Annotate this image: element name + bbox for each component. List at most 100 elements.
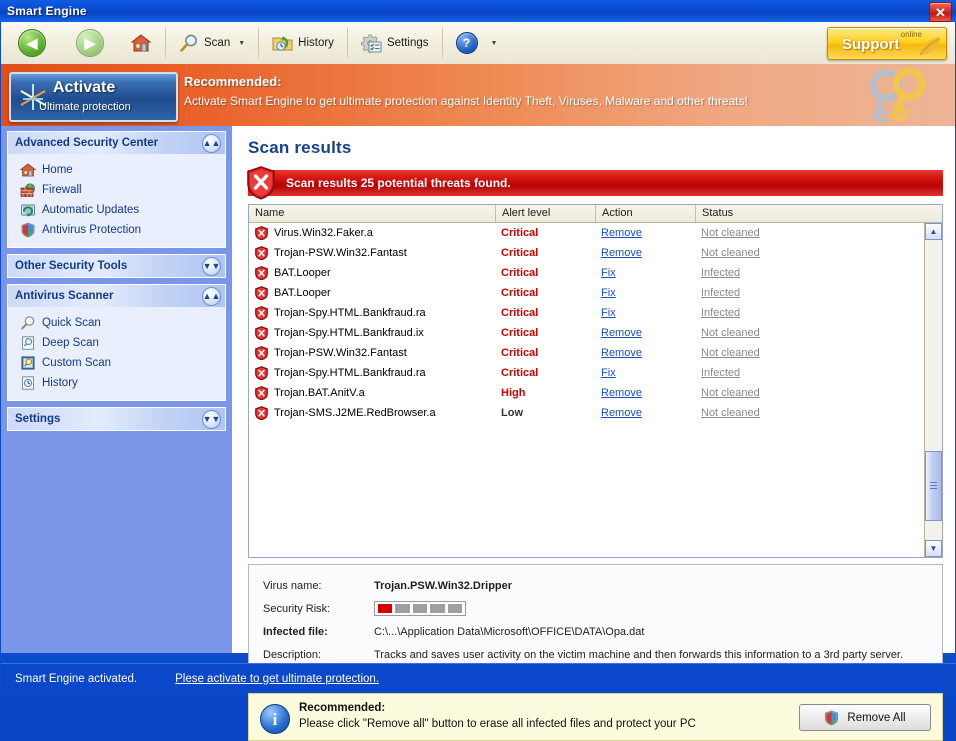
sidebar-item-label: History bbox=[42, 377, 78, 389]
status-activate-link[interactable]: Plese activate to get ultimate protectio… bbox=[175, 673, 379, 685]
window-title: Smart Engine bbox=[7, 4, 87, 18]
sidebar-panel-header[interactable]: Antivirus Scanner ▲▲ bbox=[7, 284, 226, 307]
scroll-down-icon[interactable]: ▼ bbox=[925, 540, 942, 557]
virus-shield-icon bbox=[255, 346, 268, 360]
leaf-icon bbox=[916, 34, 942, 58]
table-row[interactable]: Trojan-Spy.HTML.Bankfraud.ix Critical Remo… bbox=[249, 323, 925, 343]
table-row[interactable]: Trojan.BAT.AnitV.a High Remove Not cleaned bbox=[249, 383, 925, 403]
help-button[interactable]: ? ▼ bbox=[447, 25, 507, 61]
status-link[interactable]: Infected bbox=[701, 307, 740, 319]
main-content: Scan results Scan results 25 potential t… bbox=[232, 126, 955, 741]
action-link[interactable]: Remove bbox=[601, 407, 642, 419]
sidebar-item-automatic-updates[interactable]: Automatic Updates bbox=[8, 200, 225, 220]
history-label: History bbox=[298, 37, 334, 49]
status-link[interactable]: Not cleaned bbox=[701, 347, 760, 359]
banner-headline: Recommended: bbox=[184, 74, 282, 89]
activate-button[interactable]: Activate Ultimate protection bbox=[9, 72, 178, 122]
security-risk-meter bbox=[374, 601, 466, 616]
threat-name-cell: Trojan.BAT.AnitV.a bbox=[249, 386, 495, 400]
column-header-action[interactable]: Action bbox=[595, 205, 695, 222]
toolbar: ◀ ▶ Scan ▼ History Settings ? ▼ online S… bbox=[1, 22, 955, 65]
sidebar-item-firewall[interactable]: Firewall bbox=[8, 180, 225, 200]
description-label: Description: bbox=[263, 648, 322, 661]
table-row[interactable]: Trojan-Spy.HTML.Bankfraud.ra Critical Fix I… bbox=[249, 363, 925, 383]
sidebar: Advanced Security Center ▲▲ Home Firewal… bbox=[1, 126, 232, 653]
column-header-alert-level[interactable]: Alert level bbox=[495, 205, 595, 222]
back-button[interactable]: ◀ bbox=[9, 25, 55, 61]
action-link[interactable]: Fix bbox=[601, 267, 616, 279]
forward-button[interactable]: ▶ bbox=[67, 25, 113, 61]
action-link[interactable]: Fix bbox=[601, 287, 616, 299]
alert-level-cell: Critical bbox=[501, 267, 539, 279]
column-header-name[interactable]: Name bbox=[249, 205, 495, 222]
threat-name-label: BAT.Looper bbox=[274, 267, 331, 279]
sidebar-item-antivirus-protection[interactable]: Antivirus Protection bbox=[8, 220, 225, 240]
sidebar-panel-header[interactable]: Other Security Tools ▼▼ bbox=[7, 254, 226, 278]
sidebar-item-label: Automatic Updates bbox=[42, 204, 140, 216]
status-cell: Not cleaned bbox=[695, 247, 919, 259]
error-shield-icon bbox=[244, 165, 278, 201]
action-link[interactable]: Remove bbox=[601, 227, 642, 239]
table-row[interactable]: Trojan-PSW.Win32.Fantast Critical Remove No… bbox=[249, 243, 925, 263]
scan-button[interactable]: Scan ▼ bbox=[170, 25, 254, 61]
action-link[interactable]: Fix bbox=[601, 307, 616, 319]
status-link[interactable]: Not cleaned bbox=[701, 247, 760, 259]
home-button[interactable] bbox=[121, 25, 161, 61]
sidebar-item-history[interactable]: History bbox=[8, 373, 225, 393]
table-row[interactable]: BAT.Looper Critical Fix Infected bbox=[249, 263, 925, 283]
home-icon bbox=[19, 162, 37, 178]
action-link[interactable]: Remove bbox=[601, 347, 642, 359]
detail-row-security-risk: Security Risk: bbox=[249, 597, 942, 620]
table-row[interactable]: BAT.Looper Critical Fix Infected bbox=[249, 283, 925, 303]
status-link[interactable]: Not cleaned bbox=[701, 407, 760, 419]
vertical-scrollbar[interactable]: ▲ ▼ bbox=[924, 223, 942, 557]
risk-segment bbox=[378, 604, 393, 613]
status-link[interactable]: Infected bbox=[701, 267, 740, 279]
action-link[interactable]: Remove bbox=[601, 327, 642, 339]
table-row[interactable]: Trojan-SMS.J2ME.RedBrowser.a Low Remove Not… bbox=[249, 403, 925, 423]
status-link[interactable]: Not cleaned bbox=[701, 387, 760, 399]
chevron-up-icon[interactable]: ▲▲ bbox=[202, 287, 221, 306]
status-link[interactable]: Not cleaned bbox=[701, 227, 760, 239]
security-risk-value bbox=[374, 601, 942, 616]
settings-label: Settings bbox=[386, 37, 429, 49]
scroll-up-icon[interactable]: ▲ bbox=[925, 223, 942, 240]
sidebar-panel-title: Other Security Tools bbox=[15, 260, 128, 272]
remove-all-button[interactable]: Remove All bbox=[799, 704, 931, 731]
threat-name-label: Trojan-SMS.J2ME.RedBrowser.a bbox=[274, 407, 436, 419]
scan-label: Scan bbox=[204, 37, 231, 49]
action-link[interactable]: Fix bbox=[601, 367, 616, 379]
sidebar-panel-header[interactable]: Advanced Security Center ▲▲ bbox=[7, 131, 226, 154]
sidebar-item-home[interactable]: Home bbox=[8, 160, 225, 180]
status-link[interactable]: Infected bbox=[701, 367, 740, 379]
sidebar-item-custom-scan[interactable]: Custom Scan bbox=[8, 353, 225, 373]
column-header-status[interactable]: Status bbox=[695, 205, 926, 222]
chevron-down-icon[interactable]: ▼▼ bbox=[202, 257, 221, 276]
sidebar-item-quick-scan[interactable]: Quick Scan bbox=[8, 313, 225, 333]
virus-name-label: Virus name: bbox=[263, 579, 322, 592]
threat-name-cell: Trojan-PSW.Win32.Fantast bbox=[249, 346, 495, 360]
chevron-down-icon[interactable]: ▼▼ bbox=[202, 410, 221, 429]
scrollbar-thumb[interactable] bbox=[925, 451, 942, 521]
activation-banner: Activate Ultimate protection Recommended… bbox=[1, 64, 955, 126]
chevron-up-icon[interactable]: ▲▲ bbox=[202, 134, 221, 153]
virus-shield-icon bbox=[255, 266, 268, 280]
action-cell: Remove bbox=[595, 247, 695, 259]
threat-name-label: Virus.Win32.Faker.a bbox=[274, 227, 373, 239]
action-link[interactable]: Remove bbox=[601, 387, 642, 399]
threat-name-label: Trojan.BAT.AnitV.a bbox=[274, 387, 365, 399]
table-row[interactable]: Virus.Win32.Faker.a Critical Remove Not cle… bbox=[249, 223, 925, 243]
sidebar-panel-body: Home Firewall Automatic Updates Antiviru… bbox=[7, 154, 226, 248]
table-row[interactable]: Trojan-PSW.Win32.Fantast Critical Remove No… bbox=[249, 343, 925, 363]
sidebar-panel-header[interactable]: Settings ▼▼ bbox=[7, 407, 226, 431]
action-link[interactable]: Remove bbox=[601, 247, 642, 259]
table-row[interactable]: Trojan-Spy.HTML.Bankfraud.ra Critical Fix I… bbox=[249, 303, 925, 323]
online-support-button[interactable]: online Support bbox=[827, 27, 947, 60]
history-button[interactable]: History bbox=[263, 25, 343, 61]
status-link[interactable]: Not cleaned bbox=[701, 327, 760, 339]
alert-level-cell: Critical bbox=[501, 287, 539, 299]
status-link[interactable]: Infected bbox=[701, 287, 740, 299]
close-icon[interactable]: ✕ bbox=[929, 2, 952, 22]
settings-button[interactable]: Settings bbox=[352, 25, 438, 61]
sidebar-item-deep-scan[interactable]: Deep Scan bbox=[8, 333, 225, 353]
